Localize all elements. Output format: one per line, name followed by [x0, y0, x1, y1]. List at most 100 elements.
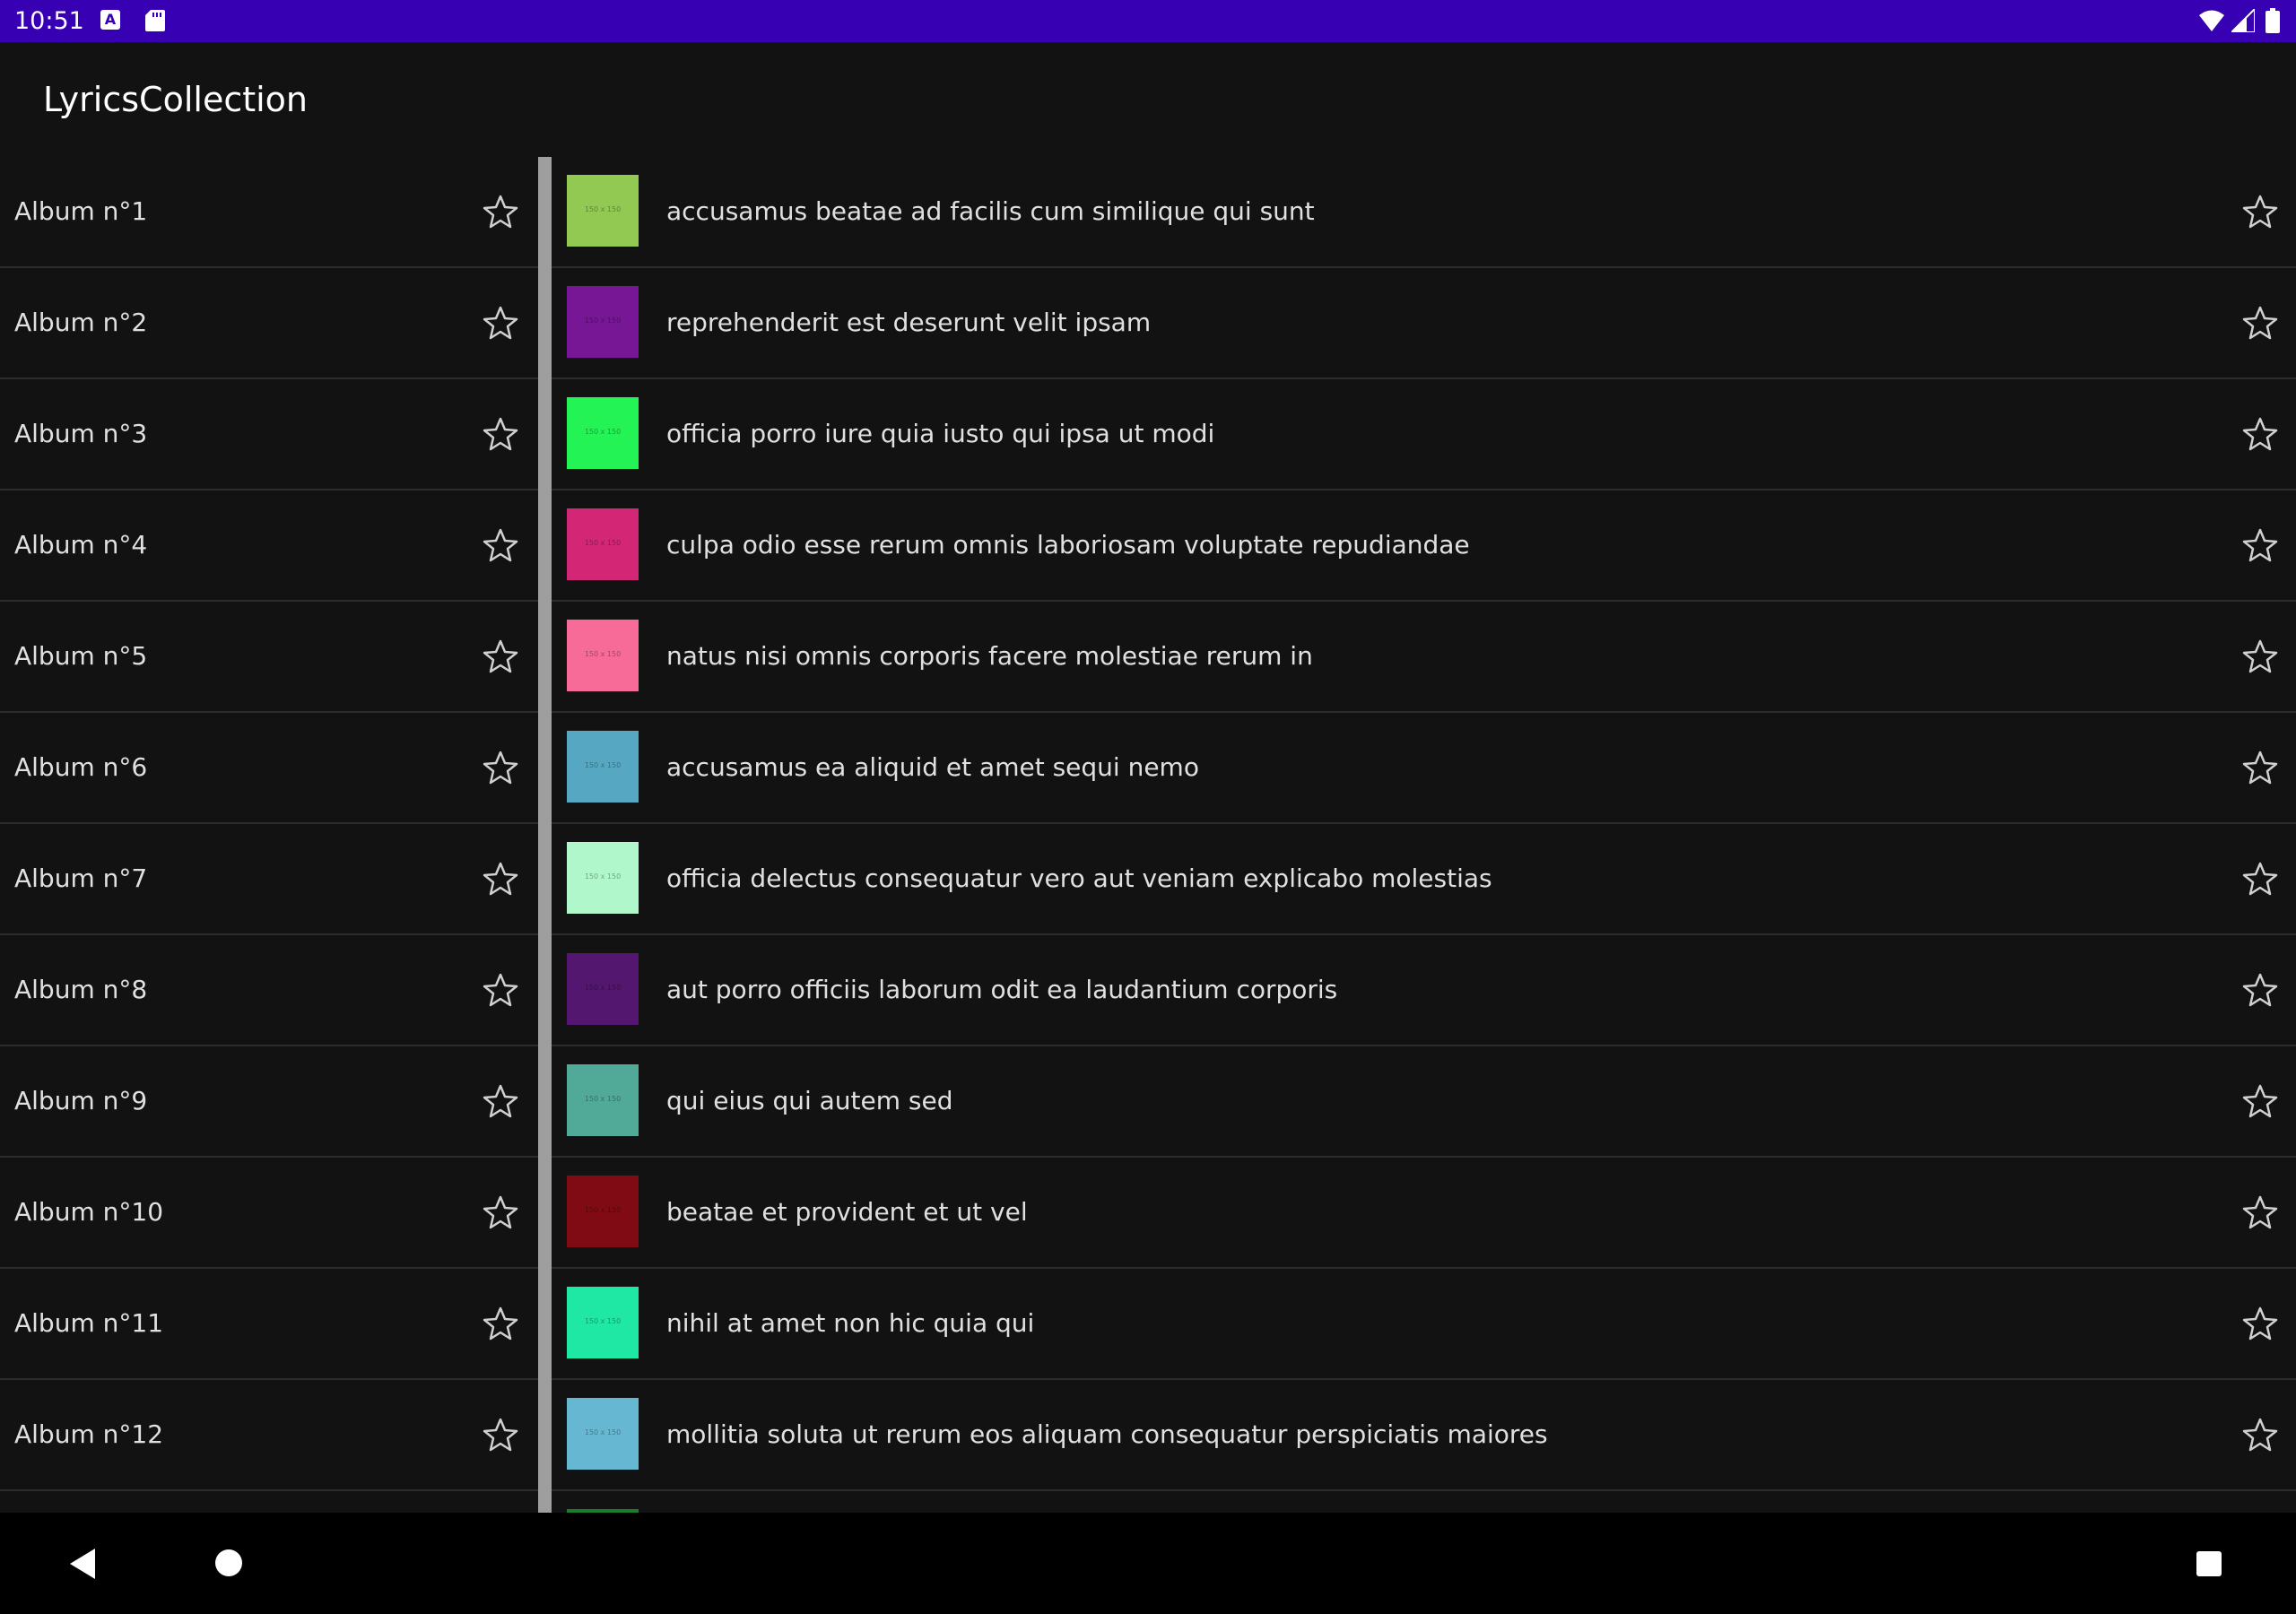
thumbnail-text: 150 x 150 [584, 205, 622, 213]
song-title: reprehenderit est deserunt velit ipsam [666, 308, 1152, 337]
song-thumbnail: 150 x 150 [567, 1064, 639, 1136]
song-title: qui eius qui autem sed [666, 1086, 953, 1115]
song-list-item[interactable]: 150 x 150 culpa odio esse rerum omnis lab… [552, 490, 2296, 602]
album-label: Album n°1 [14, 196, 148, 226]
album-list-item[interactable]: Album n°10 [0, 1158, 538, 1269]
album-label: Album n°8 [14, 975, 148, 1004]
star-outline-icon[interactable] [483, 1195, 518, 1229]
signal-icon [2231, 9, 2255, 32]
home-icon[interactable] [215, 1549, 242, 1576]
app-bar: LyricsCollection [0, 42, 2296, 157]
star-outline-icon[interactable] [483, 751, 518, 785]
star-outline-icon[interactable] [483, 1084, 518, 1118]
star-outline-icon[interactable] [483, 195, 518, 229]
thumbnail-text: 150 x 150 [584, 1206, 622, 1214]
star-outline-icon[interactable] [483, 862, 518, 896]
song-title: mollitia soluta ut rerum eos aliquam con… [666, 1419, 1548, 1449]
star-outline-icon[interactable] [2242, 1418, 2278, 1452]
thumbnail-text: 150 x 150 [584, 984, 622, 992]
thumbnail-text: 150 x 150 [584, 1428, 622, 1436]
song-list-item[interactable]: 150 x 150 beatae et provident et ut vel [552, 1158, 2296, 1269]
star-outline-icon[interactable] [483, 639, 518, 673]
song-title: aut porro officiis laborum odit ea lauda… [666, 975, 1338, 1004]
song-thumbnail: 150 x 150 [567, 1287, 639, 1358]
recents-icon[interactable] [2196, 1551, 2222, 1576]
back-icon[interactable] [70, 1549, 97, 1579]
star-outline-icon[interactable] [2242, 751, 2278, 785]
album-list-item[interactable]: Album n°8 [0, 935, 538, 1046]
song-thumbnail: 150 x 150 [567, 842, 639, 914]
album-list-item[interactable]: Album n°4 [0, 490, 538, 602]
album-label: Album n°12 [14, 1419, 164, 1449]
album-list-item[interactable]: Album n°7 [0, 824, 538, 935]
star-outline-icon[interactable] [2242, 306, 2278, 340]
star-outline-icon[interactable] [2242, 1084, 2278, 1118]
status-bar: 10:51 A [0, 0, 2296, 42]
thumbnail-text: 150 x 150 [584, 1095, 622, 1103]
song-list-item[interactable]: 150 x 150 officia porro iure quia iusto q… [552, 379, 2296, 490]
song-title: beatae et provident et ut vel [666, 1197, 1028, 1227]
star-outline-icon[interactable] [483, 973, 518, 1007]
thumbnail-text: 150 x 150 [584, 1317, 622, 1325]
song-list[interactable]: 150 x 150 accusamus beatae ad facilis cum… [552, 157, 2296, 1513]
album-label: Album n°9 [14, 1086, 148, 1115]
song-title: culpa odio esse rerum omnis laboriosam v… [666, 530, 1470, 560]
album-label: Album n°6 [14, 752, 148, 782]
pane-divider[interactable] [538, 157, 552, 1513]
song-title: officia porro iure quia iusto qui ipsa u… [666, 419, 1215, 448]
text-a-icon: A [100, 10, 120, 30]
song-list-item[interactable]: 150 x 150 officia delectus consequatur ve… [552, 824, 2296, 935]
song-thumbnail: 150 x 150 [567, 175, 639, 247]
song-list-item[interactable]: 150 x 150 reprehenderit est deserunt veli… [552, 268, 2296, 379]
star-outline-icon[interactable] [2242, 973, 2278, 1007]
album-list-item[interactable]: Album n°6 [0, 713, 538, 824]
album-label: Album n°11 [14, 1308, 164, 1338]
album-label: Album n°4 [14, 530, 148, 560]
navigation-bar [0, 1513, 2296, 1614]
thumbnail-text: 150 x 150 [584, 317, 622, 325]
star-outline-icon[interactable] [2242, 862, 2278, 896]
album-list-item[interactable]: Album n°1 [0, 157, 538, 268]
star-outline-icon[interactable] [2242, 528, 2278, 562]
song-thumbnail: 150 x 150 [567, 397, 639, 469]
album-list-item[interactable]: Album n°12 [0, 1380, 538, 1491]
song-list-item[interactable]: 150 x 150 qui eius qui autem sed [552, 1046, 2296, 1158]
thumbnail-text: 150 x 150 [584, 872, 622, 881]
star-outline-icon[interactable] [2242, 417, 2278, 451]
star-outline-icon[interactable] [483, 528, 518, 562]
song-list-item[interactable]: 150 x 150 aut porro officiis laborum odit… [552, 935, 2296, 1046]
song-list-item[interactable]: 150 x 150 accusamus beatae ad facilis cum… [552, 157, 2296, 268]
song-thumbnail: 150 x 150 [567, 731, 639, 803]
song-list-item[interactable]: 150 x 150 accusamus ea aliquid et amet se… [552, 713, 2296, 824]
album-list-item[interactable]: Album n°9 [0, 1046, 538, 1158]
song-thumbnail: 150 x 150 [567, 620, 639, 691]
song-list-item[interactable] [552, 1491, 2296, 1513]
song-thumbnail: 150 x 150 [567, 286, 639, 358]
status-time: 10:51 [14, 7, 84, 35]
album-list[interactable]: Album n°1 Album n°2 Album n°3 Album n°4 Albu… [0, 157, 538, 1513]
wifi-icon [2199, 10, 2224, 31]
star-outline-icon[interactable] [483, 417, 518, 451]
song-thumbnail: 150 x 150 [567, 1398, 639, 1470]
song-list-item[interactable]: 150 x 150 mollitia soluta ut rerum eos al… [552, 1380, 2296, 1491]
album-list-item[interactable]: Album n°2 [0, 268, 538, 379]
star-outline-icon[interactable] [2242, 639, 2278, 673]
star-outline-icon[interactable] [483, 1418, 518, 1452]
album-list-item[interactable]: Album n°11 [0, 1269, 538, 1380]
star-outline-icon[interactable] [483, 1306, 518, 1341]
star-outline-icon[interactable] [483, 306, 518, 340]
star-outline-icon[interactable] [2242, 1195, 2278, 1229]
thumbnail-text: 150 x 150 [584, 761, 622, 769]
song-title: accusamus beatae ad facilis cum similiqu… [666, 196, 1315, 226]
thumbnail-text: 150 x 150 [584, 539, 622, 547]
song-list-item[interactable]: 150 x 150 nihil at amet non hic quia qui [552, 1269, 2296, 1380]
song-thumbnail: 150 x 150 [567, 1176, 639, 1247]
star-outline-icon[interactable] [2242, 1306, 2278, 1341]
star-outline-icon[interactable] [2242, 195, 2278, 229]
album-list-item[interactable] [0, 1491, 538, 1513]
song-list-item[interactable]: 150 x 150 natus nisi omnis corporis facer… [552, 602, 2296, 713]
album-list-item[interactable]: Album n°3 [0, 379, 538, 490]
album-label: Album n°7 [14, 863, 148, 893]
album-list-item[interactable]: Album n°5 [0, 602, 538, 713]
thumbnail-text: 150 x 150 [584, 428, 622, 436]
